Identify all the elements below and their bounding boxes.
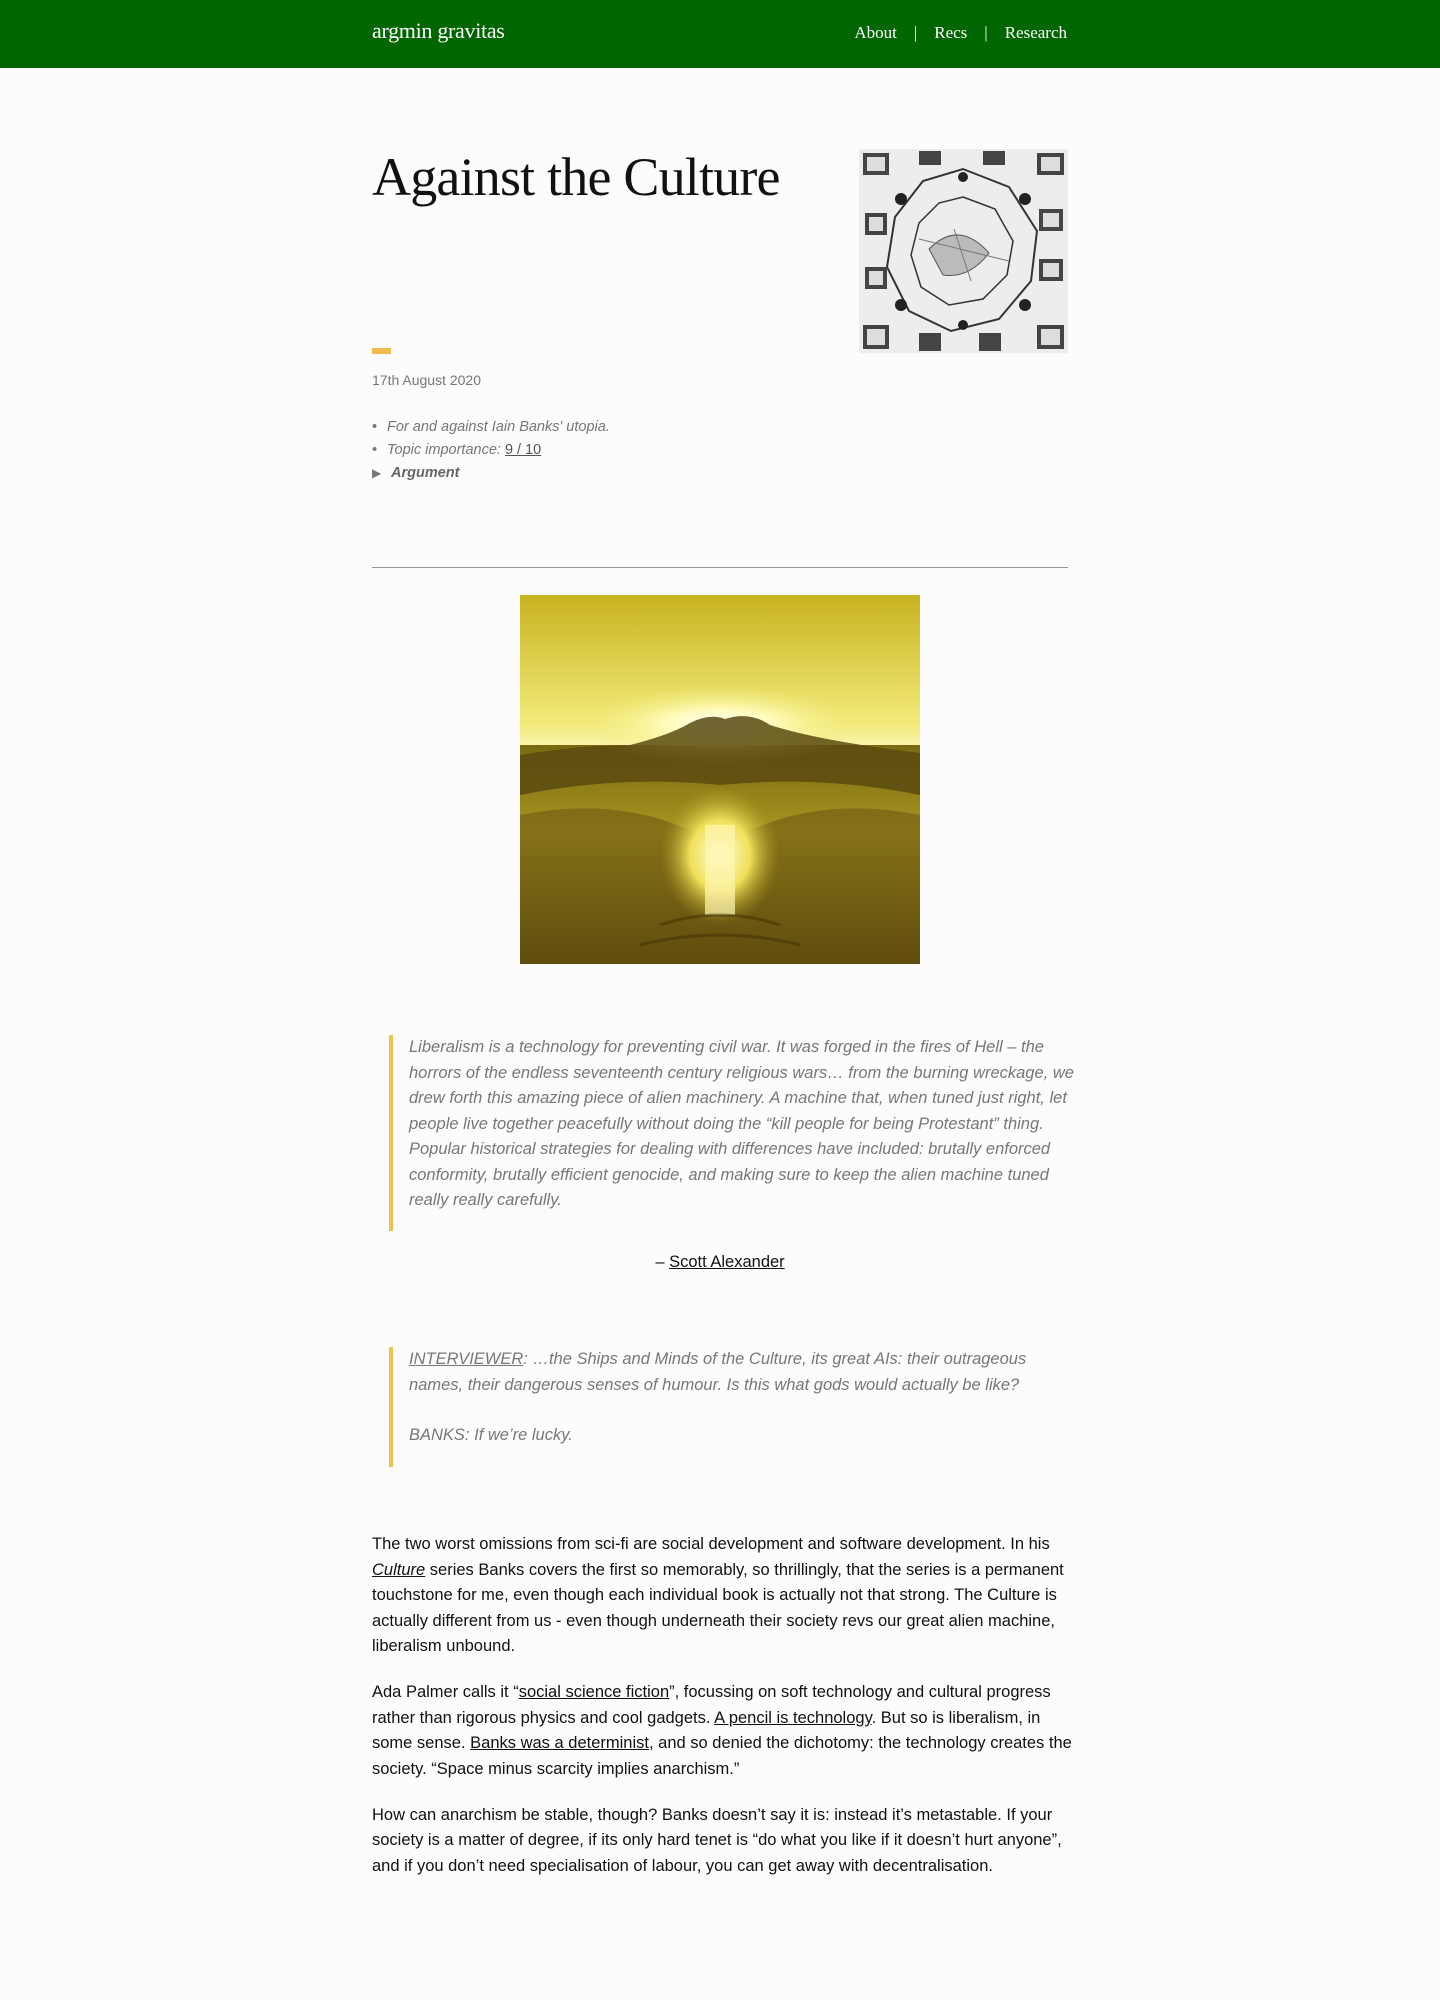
main-nav: About | Recs | Research xyxy=(854,23,1067,43)
social-science-fiction-link[interactable]: social science fiction xyxy=(519,1683,669,1701)
argument-toggle[interactable]: ▶ Argument xyxy=(372,462,610,485)
architectural-plan-image xyxy=(859,149,1068,353)
author-link[interactable]: Scott Alexander xyxy=(669,1253,785,1271)
post-date: 17th August 2020 xyxy=(372,372,481,388)
article-body: The two worst omissions from sci-fi are … xyxy=(372,1532,1072,1900)
nav-recs[interactable]: Recs xyxy=(934,23,967,43)
pencil-technology-link[interactable]: A pencil is technology xyxy=(714,1709,871,1727)
importance-label: Topic importance xyxy=(387,442,497,458)
text-span: The two worst omissions from sci-fi are … xyxy=(372,1535,1050,1553)
divider xyxy=(372,567,1068,568)
quote-text: Liberalism is a technology for preventin… xyxy=(409,1038,1074,1209)
culture-link[interactable]: Culture xyxy=(372,1561,425,1579)
page-title: Against the Culture xyxy=(372,147,781,207)
nav-separator: | xyxy=(913,23,918,42)
accent-bar xyxy=(372,348,391,354)
triangle-right-icon: ▶ xyxy=(372,466,382,480)
nav-research[interactable]: Research xyxy=(1005,23,1067,43)
interviewer-label: INTERVIEWER xyxy=(409,1350,524,1368)
importance-rating-link[interactable]: 9 / 10 xyxy=(505,442,541,458)
nav-separator: | xyxy=(984,23,988,42)
site-header: argmin gravitas About | Recs | Research xyxy=(0,0,1440,68)
text-span: Ada Palmer calls it “ xyxy=(372,1683,519,1701)
meta-summary-row: • For and against Iain Banks' utopia. xyxy=(372,416,610,439)
text-span: series Banks covers the first so memorab… xyxy=(372,1560,1064,1656)
post-summary: For and against Iain Banks' utopia. xyxy=(387,419,610,435)
interview-answer: BANKS: If we’re lucky. xyxy=(409,1426,573,1444)
golden-sunset-image xyxy=(520,595,920,964)
nav-about[interactable]: About xyxy=(854,23,897,43)
scott-alexander-quote: Liberalism is a technology for preventin… xyxy=(389,1035,1084,1231)
importance-colon: : xyxy=(496,442,505,458)
argument-toggle-label: Argument xyxy=(391,465,460,481)
site-brand-link[interactable]: argmin gravitas xyxy=(372,18,505,44)
banks-interview-quote: INTERVIEWER: …the Ships and Minds of the… xyxy=(389,1347,1084,1467)
paragraph: How can anarchism be stable, though? Ban… xyxy=(372,1805,1062,1875)
banks-determinist-link[interactable]: Banks was a determinist xyxy=(470,1734,649,1752)
attribution-dash: – xyxy=(655,1253,665,1271)
paragraph: Ada Palmer calls it “social science fict… xyxy=(372,1680,1072,1782)
post-meta: • For and against Iain Banks' utopia. • To… xyxy=(372,416,610,485)
bullet-icon: • xyxy=(372,442,378,458)
paragraph: The two worst omissions from sci-fi are … xyxy=(372,1532,1072,1660)
interview-question: INTERVIEWER: …the Ships and Minds of the… xyxy=(409,1347,1084,1398)
quote-attribution: – Scott Alexander xyxy=(0,1253,1440,1272)
bullet-icon: • xyxy=(372,419,378,435)
meta-importance-row: • Topic importance: 9 / 10 xyxy=(372,439,610,462)
